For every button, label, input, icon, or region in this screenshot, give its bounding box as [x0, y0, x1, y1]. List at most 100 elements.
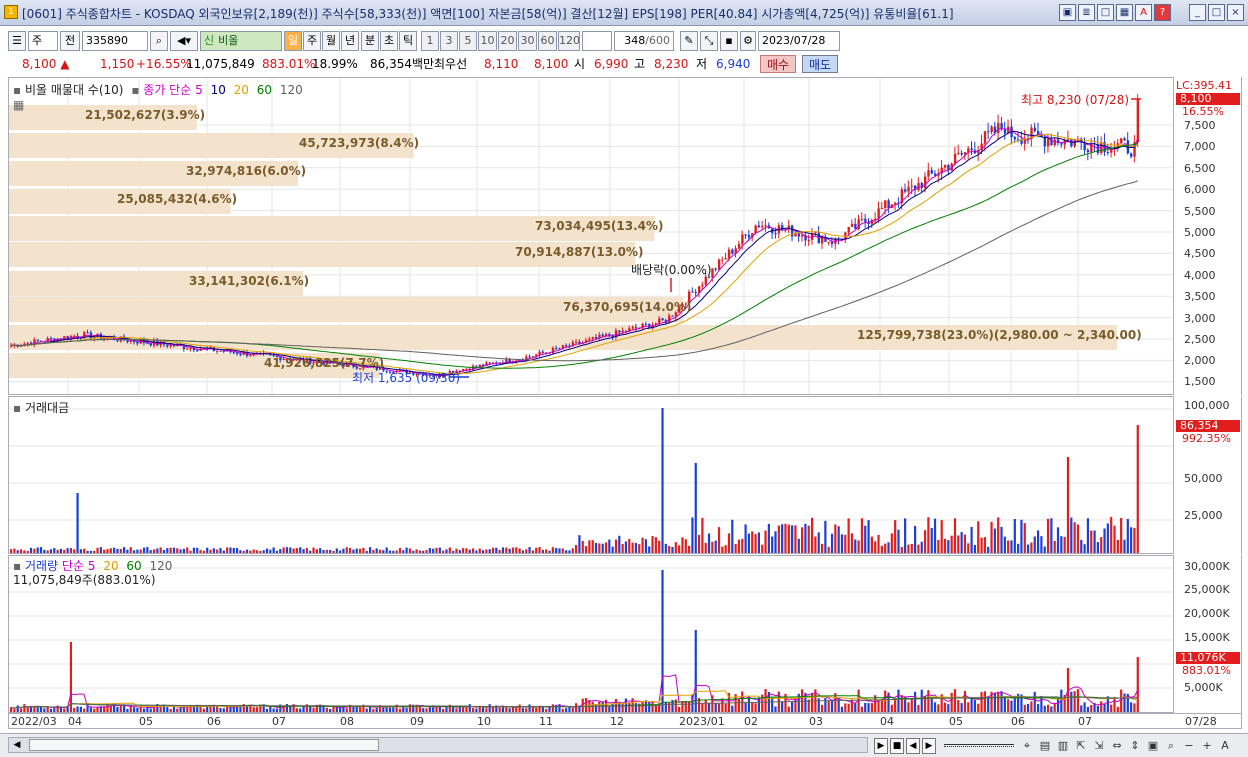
speed-slider[interactable]: [944, 744, 1014, 747]
play-icon[interactable]: ▶: [874, 738, 888, 754]
fast-forward-icon[interactable]: ▶: [922, 738, 936, 754]
price-chart-panel[interactable]: ▪ 비올 매물대 수(10) ▪ 종가 단순 5 10 20 60 120 ▦ …: [8, 77, 1174, 395]
interval-120-button[interactable]: 120: [558, 31, 580, 51]
crosshair-icon[interactable]: ⌖: [1018, 738, 1036, 754]
settings-icon[interactable]: ⚙: [740, 31, 756, 51]
amount-bar: [86, 550, 89, 553]
amount-bar: [817, 532, 820, 553]
speaker-icon[interactable]: ◀▾: [170, 31, 198, 51]
amount-bar: [1086, 518, 1090, 553]
volume-current-marker: 11,076K: [1176, 652, 1240, 664]
period-type-select[interactable]: 주: [28, 31, 58, 51]
data-count-field[interactable]: 348/600: [614, 31, 674, 51]
close-button[interactable]: ×: [1227, 4, 1244, 21]
volume-panel[interactable]: ▪ 거래량 단순 5 20 60 120 11,075,849주(883.01%…: [8, 555, 1174, 713]
volume-bar: [963, 690, 967, 712]
period-week-button[interactable]: 주: [303, 31, 321, 51]
save-icon[interactable]: ▪: [720, 31, 738, 51]
amount-bar: [940, 520, 943, 553]
amount-bar: [49, 549, 53, 553]
cursor-icon[interactable]: ✎: [680, 31, 698, 51]
amount-bar: [1010, 540, 1013, 553]
volume-bar: [126, 708, 129, 712]
candle-body: [621, 330, 624, 333]
font-icon[interactable]: A: [1135, 4, 1152, 21]
amount-bar: [478, 548, 481, 553]
volume-bar: [192, 706, 195, 712]
chart-menu-icon[interactable]: ☰: [8, 31, 26, 51]
period-second-button[interactable]: 초: [380, 31, 398, 51]
interval-10-button[interactable]: 10: [478, 31, 497, 51]
horizontal-scrollbar[interactable]: ◀: [8, 737, 868, 753]
amount-ratio-marker: 992.35%: [1182, 432, 1231, 445]
sell-button[interactable]: 매도: [802, 55, 838, 73]
volume-bar: [232, 707, 235, 712]
zoom-icon[interactable]: ⤡: [700, 31, 718, 51]
period-month-button[interactable]: 월: [322, 31, 340, 51]
candle-body: [644, 323, 648, 325]
period-year-button[interactable]: 년: [341, 31, 359, 51]
help-icon[interactable]: ?: [1154, 4, 1171, 21]
maximize-button[interactable]: □: [1208, 4, 1225, 21]
volume-bar: [1100, 701, 1103, 712]
grid-icon[interactable]: ▦: [1116, 4, 1133, 21]
grid-toggle-icon[interactable]: ▦: [13, 98, 24, 112]
legend-square-icon: ▪: [131, 83, 140, 97]
interval-custom-input[interactable]: [582, 31, 612, 51]
amount-bar: [658, 540, 661, 553]
restore-icon[interactable]: ⇕: [1126, 738, 1144, 754]
table-icon[interactable]: ▤: [1036, 738, 1054, 754]
expand-icon[interactable]: ⇱: [1072, 738, 1090, 754]
zoom-in-icon[interactable]: +: [1198, 738, 1216, 754]
stock-name-field[interactable]: 신 비올: [200, 31, 282, 51]
interval-5-button[interactable]: 5: [459, 31, 477, 51]
amount-bar: [820, 544, 824, 553]
interval-1-button[interactable]: 1: [421, 31, 439, 51]
chart-type-icon[interactable]: ▣: [1144, 738, 1162, 754]
period-day-button[interactable]: 일: [284, 31, 302, 51]
candle-body: [917, 183, 920, 191]
stock-code-input[interactable]: 335890: [82, 31, 148, 51]
shrink-icon[interactable]: ⇔: [1108, 738, 1126, 754]
amount-bar: [850, 533, 854, 553]
search-icon[interactable]: ⌕: [150, 31, 168, 51]
amount-bar: [741, 538, 744, 553]
interval-20-button[interactable]: 20: [498, 31, 517, 51]
window-icon[interactable]: □: [1097, 4, 1114, 21]
interval-30-button[interactable]: 30: [518, 31, 537, 51]
prev-button[interactable]: 전: [60, 31, 80, 51]
amount-bar: [930, 527, 933, 553]
date-input[interactable]: 2023/07/28: [758, 31, 840, 51]
amount-bar: [661, 408, 664, 553]
scroll-left-icon[interactable]: ◀: [10, 739, 24, 751]
trade-amount-panel[interactable]: ▪ 거래대금: [8, 396, 1174, 554]
stop-icon[interactable]: ■: [890, 738, 904, 754]
low-label: 저: [696, 57, 708, 71]
volume-profile-label: 33,141,302(6.1%): [189, 274, 310, 288]
list-icon[interactable]: ≣: [1078, 4, 1095, 21]
amount-bar: [664, 543, 667, 553]
time-label: 11: [539, 715, 553, 728]
link-icon[interactable]: ▣: [1059, 4, 1076, 21]
zoom-out-icon[interactable]: −: [1180, 738, 1198, 754]
zoom-search-icon[interactable]: ⌕: [1162, 738, 1180, 754]
amount-bar: [598, 543, 601, 553]
fit-icon[interactable]: ⇲: [1090, 738, 1108, 754]
amount-bar: [827, 546, 830, 553]
scroll-thumb[interactable]: [29, 739, 379, 751]
volume-bar: [1070, 691, 1073, 712]
font-size-icon[interactable]: A: [1216, 738, 1234, 754]
candle-body: [711, 268, 714, 278]
buy-button[interactable]: 매수: [760, 55, 796, 73]
volume-bar: [358, 707, 362, 712]
interval-60-button[interactable]: 60: [538, 31, 557, 51]
compare-icon[interactable]: ▥: [1054, 738, 1072, 754]
volume-bar: [681, 701, 684, 712]
minimize-button[interactable]: _: [1189, 4, 1206, 21]
period-tick-button[interactable]: 틱: [399, 31, 417, 51]
amount-bar: [53, 548, 56, 553]
rewind-icon[interactable]: ◀: [906, 738, 920, 754]
interval-3-button[interactable]: 3: [440, 31, 458, 51]
period-minute-button[interactable]: 분: [361, 31, 379, 51]
amount-bar: [116, 548, 119, 553]
